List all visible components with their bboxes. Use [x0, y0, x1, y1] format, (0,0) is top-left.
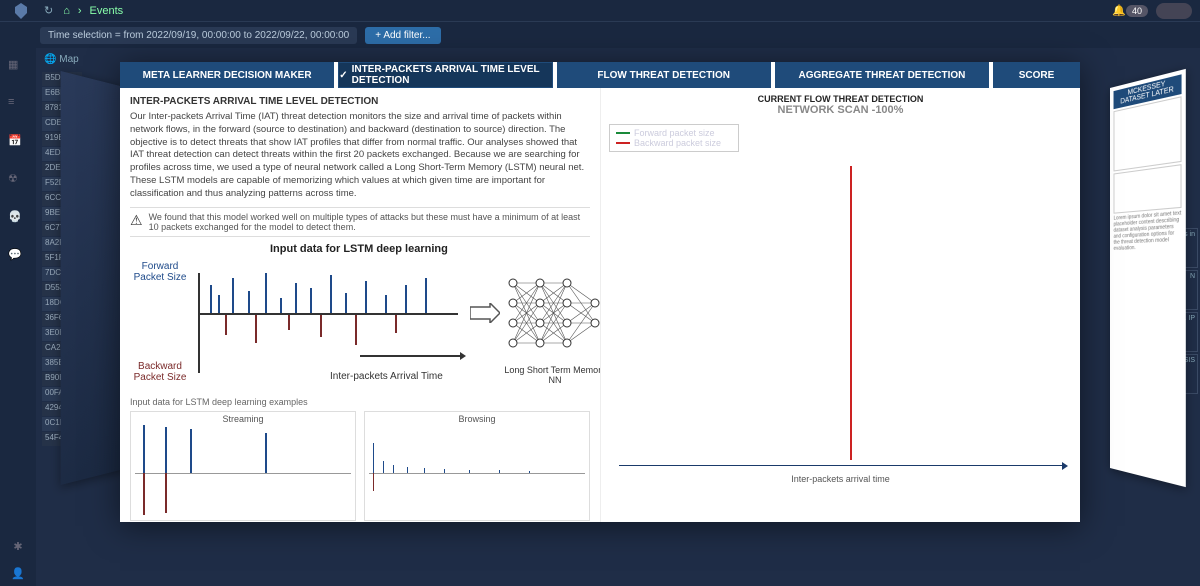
chat-icon[interactable]: 💬 — [8, 248, 28, 268]
bell-icon[interactable]: 🔔40 — [1112, 4, 1148, 17]
notification-count: 40 — [1126, 5, 1148, 17]
example-streaming: Streaming — [130, 411, 356, 521]
home-icon[interactable]: ⌂ — [63, 5, 70, 17]
map-button[interactable]: 🌐 Map — [44, 54, 79, 65]
tab-meta-learner[interactable]: META LEARNER DECISION MAKER — [120, 62, 334, 88]
lstm-diagram: Input data for LSTM deep learning Forwar… — [130, 243, 590, 393]
user-icon[interactable]: 👤 — [11, 567, 25, 580]
tab-aggregate-threat[interactable]: AGGREGATE THREAT DETECTION — [775, 62, 989, 88]
time-selection-pill[interactable]: Time selection = from 2022/09/19, 00:00:… — [40, 27, 357, 44]
detail-body: Our Inter-packets Arrival Time (IAT) thr… — [130, 111, 590, 201]
detection-detail-modal: META LEARNER DECISION MAKER ✓INTER-PACKE… — [120, 62, 1080, 522]
flow-chart: Inter-packets arrival time — [609, 158, 1072, 492]
add-filter-button[interactable]: + Add filter... — [365, 27, 440, 44]
carousel-next-panel[interactable]: MCKESSEY DATASET LATER Lorem ipsum dolor… — [1110, 69, 1186, 487]
toggle-switch[interactable] — [1156, 3, 1192, 19]
carousel-prev-panel[interactable] — [61, 71, 128, 485]
arrow-right-icon — [470, 303, 500, 323]
warning-icon: ⚠ — [130, 212, 143, 232]
settings-icon[interactable]: ✱ — [13, 540, 22, 553]
check-icon: ✓ — [339, 70, 347, 81]
refresh-icon[interactable]: ↻ — [44, 4, 53, 17]
radiation-icon[interactable]: ☢ — [8, 172, 28, 192]
tab-score[interactable]: SCORE — [993, 62, 1080, 88]
chart-title: CURRENT FLOW THREAT DETECTION — [607, 94, 1074, 104]
detail-heading: INTER-PACKETS ARRIVAL TIME LEVEL DETECTI… — [130, 96, 590, 107]
info-text: We found that this model worked well on … — [149, 212, 590, 232]
breadcrumb-page[interactable]: Events — [90, 5, 124, 17]
chart-subtitle: NETWORK SCAN -100% — [607, 104, 1074, 116]
app-logo — [8, 0, 34, 22]
chart-legend: Forward packet size Backward packet size — [609, 124, 739, 152]
tab-inter-packets[interactable]: ✓INTER-PACKETS ARRIVAL TIME LEVEL DETECT… — [338, 62, 552, 88]
tab-flow-threat[interactable]: FLOW THREAT DETECTION — [557, 62, 771, 88]
calendar-icon[interactable]: 📅 — [8, 134, 28, 154]
example-browsing: Browsing — [364, 411, 590, 521]
dashboard-icon[interactable]: ▦ — [8, 58, 28, 78]
skull-icon[interactable]: 💀 — [8, 210, 28, 230]
neural-net-icon — [505, 273, 600, 373]
list-icon[interactable]: ≡ — [8, 96, 28, 116]
